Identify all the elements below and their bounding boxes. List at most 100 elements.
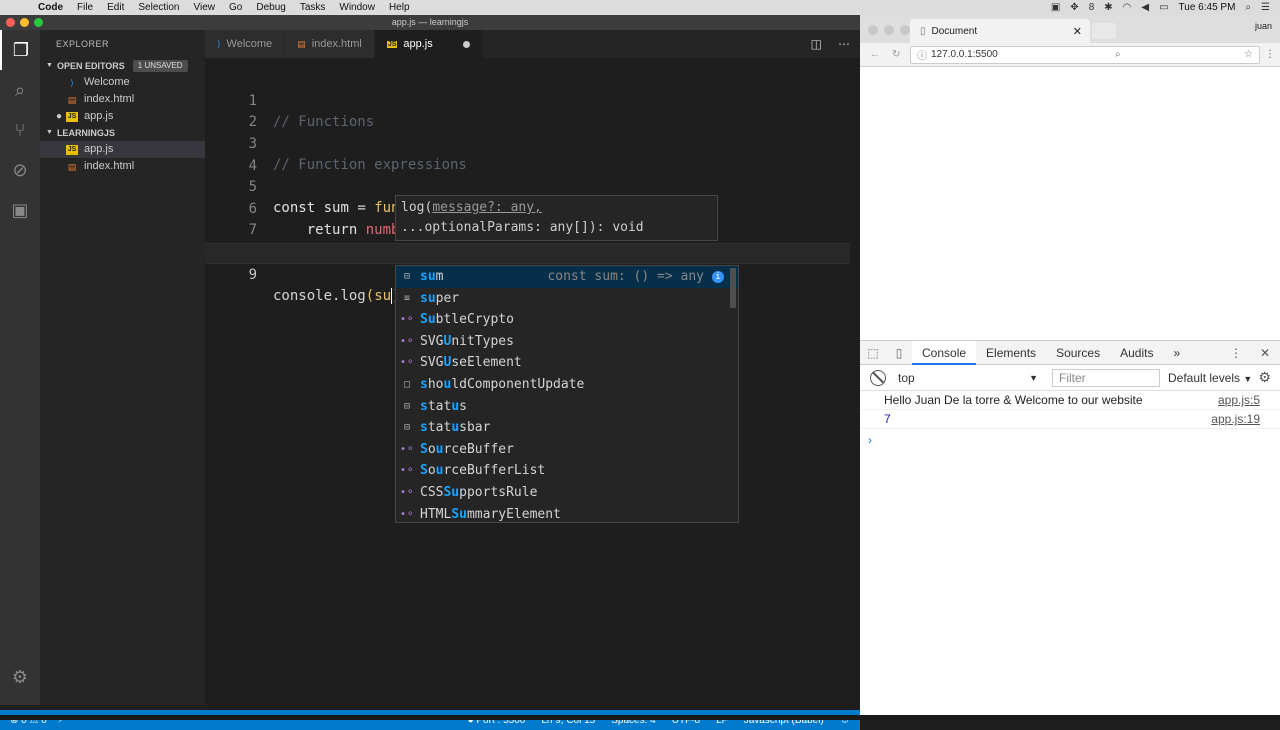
browser-tab[interactable]: ▯ Document ✕ — [910, 19, 1090, 43]
source-control-icon[interactable]: ⑂ — [0, 110, 40, 150]
menu-go[interactable]: Go — [229, 2, 242, 13]
volume-icon[interactable]: ◀ — [1141, 2, 1149, 13]
menu-app[interactable]: Code — [38, 2, 63, 13]
page-icon: ▯ — [920, 25, 926, 37]
suggest-scrollbar[interactable] — [730, 268, 736, 308]
suggestion-item[interactable]: ⊟ status — [396, 396, 738, 418]
clear-console-icon[interactable] — [870, 369, 886, 386]
minimize-window-icon[interactable] — [20, 18, 29, 27]
more-tabs-icon[interactable]: » — [1163, 341, 1190, 365]
minimize-window-icon[interactable] — [884, 25, 894, 35]
explorer-icon[interactable]: ❐ — [0, 30, 40, 70]
log-levels-dropdown[interactable]: Default levels ▼ — [1168, 371, 1252, 385]
reload-icon[interactable]: ↻ — [892, 49, 900, 60]
suggestion-item[interactable]: •⚬ SVGUseElement — [396, 352, 738, 374]
extensions-icon[interactable]: ▣ — [0, 190, 40, 230]
new-tab-button[interactable] — [1092, 23, 1116, 39]
devtools-menu-icon[interactable]: ⋮ — [1230, 346, 1242, 360]
folder-section[interactable]: ▼ LEARNINGJS — [40, 125, 205, 141]
menu-selection[interactable]: Selection — [138, 2, 179, 13]
suggestion-item[interactable]: ⊟ statusbar — [396, 417, 738, 439]
context-selector[interactable]: top ▼ — [898, 371, 1038, 385]
battery-count[interactable]: 8 — [1089, 2, 1095, 13]
console-source-link[interactable]: app.js:5 — [1218, 394, 1260, 407]
menu-window[interactable]: Window — [339, 2, 375, 13]
profile-name[interactable]: juan — [1255, 21, 1272, 31]
suggestion-item[interactable]: •⚬ CSSSupportsRule — [396, 482, 738, 504]
menu-edit[interactable]: Edit — [107, 2, 124, 13]
open-editors-section[interactable]: ▼ OPEN EDITORS 1 UNSAVED — [40, 58, 205, 74]
maximize-window-icon[interactable] — [34, 18, 43, 27]
tab-audits[interactable]: Audits — [1110, 341, 1163, 365]
bottom-strip — [0, 715, 1280, 720]
clock[interactable]: Tue 6:45 PM — [1179, 2, 1236, 13]
suggestion-item[interactable]: •⚬ SourceBufferList — [396, 460, 738, 482]
tab-index-html[interactable]: ▤ index.html — [285, 30, 375, 58]
menu-help[interactable]: Help — [389, 2, 410, 13]
zoom-icon[interactable]: ⌕ — [1115, 49, 1121, 60]
battery-icon[interactable]: ▭ — [1159, 2, 1168, 13]
status-bar: ⊗ 0 ⚠ 0 ⚡ ● Port : 5500 Ln 9, Col 15 Spa… — [0, 710, 860, 730]
unsaved-dot-icon[interactable] — [462, 40, 470, 48]
address-bar[interactable]: ⓘ 127.0.0.1:5500 ⌕ ☆ — [910, 45, 1260, 64]
close-window-icon[interactable] — [6, 18, 15, 27]
console-settings-icon[interactable]: ⚙ — [1258, 369, 1271, 386]
unsaved-badge: 1 UNSAVED — [132, 60, 188, 72]
menu-view[interactable]: View — [194, 2, 216, 13]
suggestion-label: super — [420, 290, 460, 306]
open-editor-welcome[interactable]: ⟩ Welcome — [40, 74, 205, 91]
suggestion-item[interactable]: ⊟ sum const sum: () => any i — [396, 266, 738, 288]
suggestion-item[interactable]: •⚬ SVGUnitTypes — [396, 331, 738, 353]
open-editor-index-html[interactable]: ▤ index.html — [40, 91, 205, 108]
chrome-tabstrip: ▯ Document ✕ juan — [860, 15, 1280, 43]
file-name: Welcome — [84, 76, 130, 88]
info-icon: ⓘ — [917, 51, 927, 62]
tab-console[interactable]: Console — [912, 340, 977, 365]
suggestion-label: SVGUseElement — [420, 355, 522, 371]
suggestion-item[interactable]: •⚬ SourceBuffer — [396, 439, 738, 461]
tab-elements[interactable]: Elements — [976, 341, 1046, 365]
spotlight-icon[interactable]: ⌕ — [1245, 2, 1251, 13]
info-icon[interactable]: i — [712, 270, 724, 283]
console-prompt[interactable]: › — [860, 429, 1280, 451]
page-viewport[interactable] — [860, 67, 1280, 352]
close-window-icon[interactable] — [868, 25, 878, 35]
device-toolbar-icon[interactable]: ▯ — [886, 346, 912, 360]
close-tab-icon[interactable]: ✕ — [1073, 25, 1082, 38]
open-editor-app-js[interactable]: ● JS app.js — [40, 108, 205, 125]
maximize-window-icon[interactable] — [900, 25, 910, 35]
suggestion-item[interactable]: •⚬ HTMLSummaryElement — [396, 504, 738, 526]
search-icon[interactable]: ⌕ — [0, 70, 40, 110]
tab-sources[interactable]: Sources — [1046, 341, 1110, 365]
tab-welcome[interactable]: ⟩ Welcome — [205, 30, 286, 58]
tab-app-js[interactable]: JS app.js — [374, 30, 483, 58]
dropbox-icon[interactable]: ✥ — [1070, 2, 1078, 13]
filter-input[interactable]: Filter — [1052, 368, 1160, 387]
current-code-line: 9 console.log(su) — [205, 243, 850, 304]
menu-tasks[interactable]: Tasks — [300, 2, 326, 13]
wifi-icon[interactable]: ◠ — [1123, 2, 1132, 13]
notification-icon[interactable]: ☰ — [1261, 2, 1270, 13]
back-icon[interactable]: ← — [870, 49, 880, 60]
chrome-menu-icon[interactable]: ⋮ — [1260, 49, 1280, 60]
folder-file-app-js[interactable]: JS app.js — [40, 141, 205, 158]
debug-icon[interactable]: ⊘ — [0, 150, 40, 190]
bookmark-star-icon[interactable]: ☆ — [1244, 49, 1253, 60]
bluetooth-icon[interactable]: ✱ — [1104, 2, 1112, 13]
keyword-icon: ≡ — [403, 292, 411, 304]
more-actions-icon[interactable]: ⋯ — [838, 37, 850, 51]
display-icon[interactable]: ▣ — [1051, 2, 1060, 13]
gear-icon[interactable]: ⚙ — [0, 657, 40, 697]
suggestion-item[interactable]: □ shouldComponentUpdate — [396, 374, 738, 396]
split-editor-icon[interactable]: ◫ — [811, 37, 822, 51]
browser-tab-title: Document — [931, 25, 978, 37]
menu-debug[interactable]: Debug — [256, 2, 285, 13]
suggestion-item[interactable]: •⚬ SubtleCrypto — [396, 309, 738, 331]
inspect-element-icon[interactable]: ⬚ — [860, 346, 886, 360]
suggestion-item[interactable]: ≡ super — [396, 288, 738, 310]
close-devtools-icon[interactable]: ✕ — [1260, 346, 1270, 360]
menu-file[interactable]: File — [77, 2, 93, 13]
folder-file-index-html[interactable]: ▤ index.html — [40, 158, 205, 175]
suggestion-label: status — [420, 398, 467, 414]
console-source-link[interactable]: app.js:19 — [1211, 413, 1260, 426]
